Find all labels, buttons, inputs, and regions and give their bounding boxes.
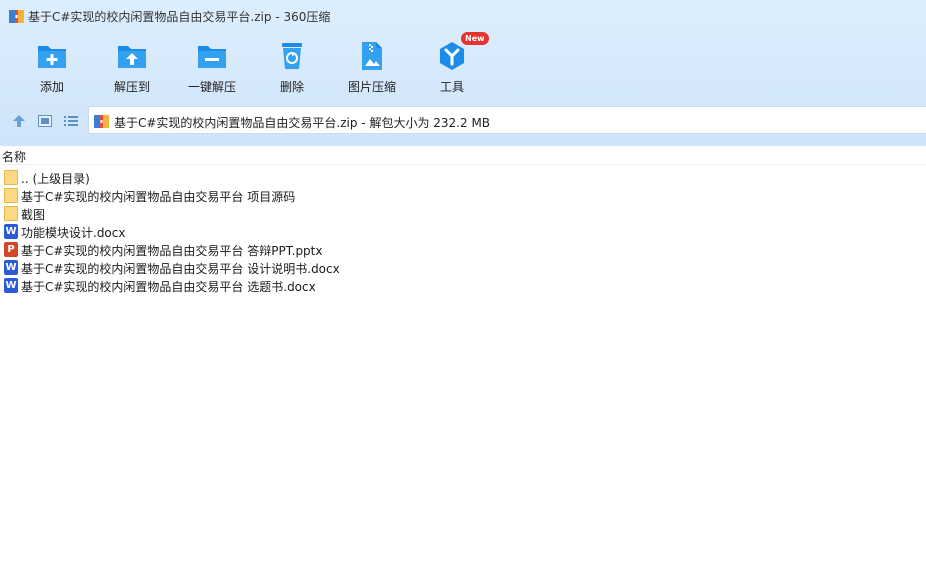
- extract-to-icon: [118, 46, 146, 68]
- list-item-folder[interactable]: 截图: [0, 205, 926, 223]
- tools-label: 工具: [439, 80, 464, 94]
- folder-icon: [4, 170, 18, 185]
- title-bar: 基于C#实现的校内闲置物品自由交易平台.zip - 360压缩: [0, 0, 926, 32]
- word-document-icon: W: [4, 224, 18, 239]
- archive-app-icon: [9, 10, 24, 23]
- folder-icon: [4, 206, 18, 221]
- file-name: 基于C#实现的校内闲置物品自由交易平台 设计说明书.docx: [21, 262, 340, 276]
- list-view-icon[interactable]: [63, 113, 79, 129]
- delete-button[interactable]: 删除: [252, 38, 332, 96]
- file-name: 基于C#实现的校内闲置物品自由交易平台 答辩PPT.pptx: [21, 244, 323, 258]
- add-button[interactable]: 添加: [12, 38, 92, 96]
- window-title: 基于C#实现的校内闲置物品自由交易平台.zip - 360压缩: [28, 10, 331, 24]
- navigation-bar: 基于C#实现的校内闲置物品自由交易平台.zip - 解包大小为 232.2 MB: [0, 106, 926, 136]
- one-click-extract-icon: [198, 46, 226, 68]
- file-name: 基于C#实现的校内闲置物品自由交易平台 选题书.docx: [21, 280, 316, 294]
- list-item-file[interactable]: W 功能模块设计.docx: [0, 223, 926, 241]
- one-click-extract-label: 一键解压: [187, 80, 236, 94]
- one-click-extract-button[interactable]: 一键解压: [172, 38, 252, 96]
- tools-icon: [440, 42, 464, 70]
- list-item-file[interactable]: P 基于C#实现的校内闲置物品自由交易平台 答辩PPT.pptx: [0, 241, 926, 259]
- list-item-parent-directory[interactable]: .. (上级目录): [0, 169, 926, 187]
- file-name: 基于C#实现的校内闲置物品自由交易平台 项目源码: [21, 190, 296, 204]
- image-compress-icon: [362, 42, 382, 70]
- file-name: .. (上级目录): [21, 172, 90, 186]
- thumbnail-view-icon[interactable]: [37, 113, 53, 129]
- folder-icon: [4, 188, 18, 203]
- word-document-icon: W: [4, 260, 18, 275]
- file-name: 功能模块设计.docx: [21, 226, 126, 240]
- delete-label: 删除: [279, 80, 304, 94]
- archive-file-icon: [94, 115, 109, 128]
- up-arrow-icon[interactable]: [11, 113, 27, 129]
- delete-icon: [282, 43, 302, 69]
- tools-button[interactable]: New 工具: [412, 32, 492, 96]
- address-bar[interactable]: 基于C#实现的校内闲置物品自由交易平台.zip - 解包大小为 232.2 MB: [88, 106, 926, 134]
- powerpoint-icon: P: [4, 242, 18, 257]
- column-header-name[interactable]: 名称: [2, 148, 26, 165]
- list-item-file[interactable]: W 基于C#实现的校内闲置物品自由交易平台 设计说明书.docx: [0, 259, 926, 277]
- file-name: 截图: [21, 208, 46, 222]
- top-chrome: 基于C#实现的校内闲置物品自由交易平台.zip - 360压缩 添加 解压到 一…: [0, 0, 926, 146]
- file-list: .. (上级目录) 基于C#实现的校内闲置物品自由交易平台 项目源码 截图 W …: [0, 169, 926, 295]
- extract-to-button[interactable]: 解压到: [92, 38, 172, 96]
- add-label: 添加: [39, 80, 64, 94]
- list-header: 名称: [0, 146, 926, 165]
- image-compress-button[interactable]: 图片压缩: [332, 38, 412, 96]
- word-document-icon: W: [4, 278, 18, 293]
- list-item-folder[interactable]: 基于C#实现的校内闲置物品自由交易平台 项目源码: [0, 187, 926, 205]
- extract-to-label: 解压到: [113, 80, 150, 94]
- add-folder-icon: [38, 46, 66, 68]
- new-badge: New: [461, 32, 489, 45]
- list-item-file[interactable]: W 基于C#实现的校内闲置物品自由交易平台 选题书.docx: [0, 277, 926, 295]
- address-path: 基于C#实现的校内闲置物品自由交易平台.zip - 解包大小为 232.2 MB: [114, 116, 491, 130]
- image-compress-label: 图片压缩: [347, 80, 396, 94]
- toolbar: 添加 解压到 一键解压 删除 图片压缩 New 工具: [0, 32, 926, 98]
